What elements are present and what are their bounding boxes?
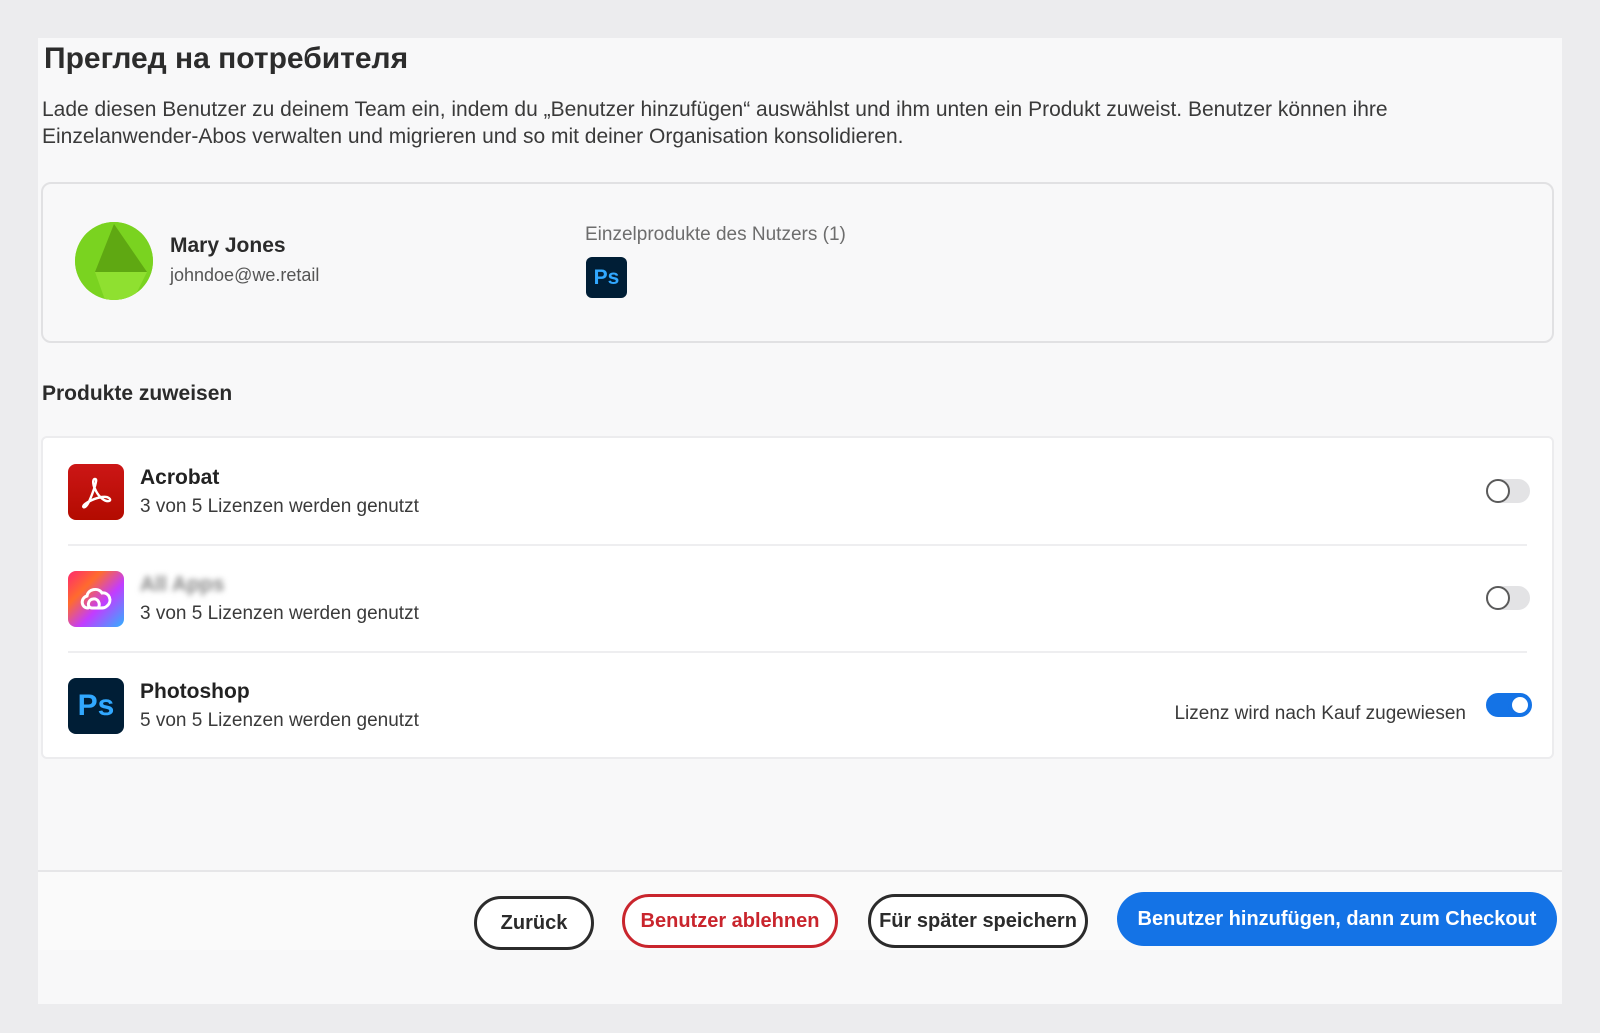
product-name: Photoshop [140,680,250,703]
save-for-later-button[interactable]: Für später speichern [868,894,1088,948]
product-list: Acrobat 3 von 5 Lizenzen werden genutzt … [41,436,1554,759]
product-usage: 3 von 5 Lizenzen werden genutzt [140,603,419,624]
creative-cloud-icon [68,571,124,627]
assign-photoshop-toggle[interactable] [1486,693,1532,717]
assign-acrobat-toggle[interactable] [1486,479,1530,503]
owned-product-label: Ps [593,265,620,289]
page-title: Преглед на потребителя [44,42,409,75]
assign-all-apps-toggle[interactable] [1486,586,1530,610]
footer-actions: Zurück Benutzer ablehnen Für später spei… [38,872,1562,950]
photoshop-icon-label: Ps [77,689,115,722]
add-user-checkout-button[interactable]: Benutzer hinzufügen, dann zum Checkout [1117,892,1557,946]
avatar [75,222,153,300]
review-user-panel: Преглед на потребителя Lade diesen Benut… [38,38,1562,1004]
acrobat-icon [68,464,124,520]
product-usage: 5 von 5 Lizenzen werden genutzt [140,710,419,731]
photoshop-icon: Ps [586,257,627,298]
product-usage: 3 von 5 Lizenzen werden genutzt [140,496,419,517]
owned-products-label: Einzelprodukte des Nutzers (1) [585,224,846,245]
back-button[interactable]: Zurück [474,896,594,950]
avatar-shape-icon [75,222,153,300]
product-name: Acrobat [140,466,220,489]
product-row-photoshop: Ps Photoshop 5 von 5 Lizenzen werden gen… [43,652,1552,760]
photoshop-icon: Ps [68,678,124,734]
decline-user-button[interactable]: Benutzer ablehnen [622,894,838,948]
user-email: johndoe@we.retail [170,265,320,285]
user-card: Mary Jones johndoe@we.retail Einzelprodu… [41,182,1554,343]
product-name: All Apps [140,573,225,596]
license-note: Lizenz wird nach Kauf zugewiesen [1174,703,1466,724]
page-description: Lade diesen Benutzer zu deinem Team ein,… [42,98,1388,148]
product-row-all-apps: All Apps 3 von 5 Lizenzen werden genutzt [43,545,1552,653]
user-name: Mary Jones [170,234,286,257]
product-row-acrobat: Acrobat 3 von 5 Lizenzen werden genutzt [43,438,1552,546]
assign-products-title: Produkte zuweisen [42,382,233,405]
